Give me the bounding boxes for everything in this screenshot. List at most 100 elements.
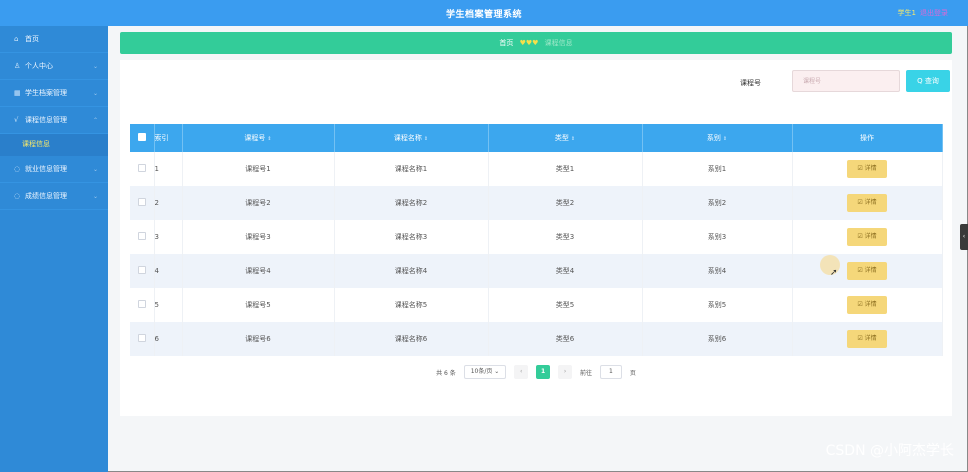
header-action: 操作 (792, 124, 943, 152)
cell-index: 4 (154, 254, 183, 288)
cell-index: 3 (154, 220, 183, 254)
header-course-name-label: 课程名称 (393, 134, 422, 142)
row-select-cell[interactable] (130, 186, 155, 220)
next-page-button[interactable]: › (558, 365, 573, 379)
cell-dept: 系别3 (642, 220, 793, 254)
cell-dept: 系别6 (642, 322, 793, 356)
circle-icon: ◌ (14, 192, 21, 200)
chevron-icon: ⌄ (92, 166, 98, 173)
sidebar-item-label: 成绩信息管理 (25, 192, 67, 200)
sidebar-subitem-course-info[interactable]: 课程信息 (0, 134, 108, 156)
cell-type: 类型6 (488, 322, 643, 356)
cell-dept: 系别1 (642, 152, 793, 186)
cell-index: 5 (154, 288, 183, 322)
sidebar: ⌂ 首页 ♙ 个人中心 ⌄ ▦ 学生档案管理 ⌄ √ 课程信息管理 ⌃ 课程信息 ◌ 就业信息管理 ⌄ ◌ 成绩… (0, 26, 108, 472)
page-unit-label: 页 (629, 369, 636, 377)
cell-course-no: 课程号1 (182, 152, 335, 186)
watermark: CSDN @小阿杰学长 (825, 443, 954, 459)
detail-button[interactable]: ☑ 详情 (847, 262, 887, 280)
sidebar-item[interactable]: √ 课程信息管理 ⌃ (0, 107, 108, 134)
home-icon: ⌂ (14, 35, 19, 43)
select-all-cell[interactable] (130, 124, 155, 152)
grid-icon: ▦ (14, 89, 21, 97)
header-course-name[interactable]: 课程名称 ⇕ (334, 124, 489, 152)
breadcrumb-home[interactable]: 首页 (499, 39, 513, 47)
action-cell: ☑ 详情 (792, 152, 943, 186)
page-number-current[interactable]: 1 (536, 365, 551, 379)
sidebar-item-label: 学生档案管理 (25, 89, 67, 97)
prev-page-button[interactable]: ‹ (514, 365, 529, 379)
chevron-icon: ⌄ (92, 63, 98, 70)
row-checkbox[interactable] (137, 232, 146, 240)
action-cell: ☑ 详情 (792, 288, 943, 322)
page-size-select[interactable]: 10条/页 ⌄ (463, 365, 507, 379)
app-title: 学生档案管理系统 (445, 10, 522, 20)
cell-type: 类型1 (488, 152, 643, 186)
pagination: 共 6 条 10条/页 ⌄ ‹ 1 › 前往 1 页 (120, 365, 952, 379)
sort-icon[interactable]: ⇕ (424, 136, 428, 142)
course-table: 索引 课程号 ⇕ 课程名称 ⇕ 类型 ⇕ 系别 ⇕ 操作 1 课程号1 课程名称1 类型1 系别… (130, 124, 943, 356)
chevron-icon: ⌄ (92, 90, 98, 97)
action-cell: ☑ 详情 (792, 186, 943, 220)
sidebar-item[interactable]: ⌂ 首页 (0, 26, 108, 53)
row-checkbox[interactable] (137, 164, 146, 172)
sidebar-item[interactable]: ◌ 成绩信息管理 ⌄ (0, 183, 108, 210)
sort-icon[interactable]: ⇕ (267, 136, 271, 142)
table-row: 2 课程号2 课程名称2 类型2 系别2 ☑ 详情 (130, 186, 943, 220)
row-select-cell[interactable] (130, 152, 155, 186)
header-course-no[interactable]: 课程号 ⇕ (182, 124, 335, 152)
cell-course-name: 课程名称6 (334, 322, 489, 356)
table-row: 3 课程号3 课程名称3 类型3 系别3 ☑ 详情 (130, 220, 943, 254)
sort-icon[interactable]: ⇕ (723, 136, 727, 142)
breadcrumb: 首页 ♥♥♥ 课程信息 (120, 32, 952, 54)
row-checkbox[interactable] (137, 300, 146, 308)
cell-index: 6 (154, 322, 183, 356)
detail-button[interactable]: ☑ 详情 (847, 330, 887, 348)
action-cell: ☑ 详情 (792, 220, 943, 254)
sidebar-item[interactable]: ▦ 学生档案管理 ⌄ (0, 80, 108, 107)
cell-dept: 系别2 (642, 186, 793, 220)
chevron-icon: ⌄ (92, 193, 98, 200)
header-type[interactable]: 类型 ⇕ (488, 124, 643, 152)
sidebar-item[interactable]: ◌ 就业信息管理 ⌄ (0, 156, 108, 183)
row-select-cell[interactable] (130, 254, 155, 288)
table-row: 4 课程号4 课程名称4 类型4 系别4 ☑ 详情 (130, 254, 943, 288)
detail-button[interactable]: ☑ 详情 (847, 194, 887, 212)
header-index: 索引 (154, 124, 183, 152)
breadcrumb-current: 课程信息 (544, 39, 573, 47)
main-content: 首页 ♥♥♥ 课程信息 课程号 Q 查询 索引 课程号⇕ 课程名称⇕ 类型⇕ 系… (108, 26, 968, 472)
header-dept[interactable]: 系别 ⇕ (642, 124, 793, 152)
search-input[interactable] (792, 70, 900, 92)
row-select-cell[interactable] (130, 322, 155, 356)
mouse-cursor-icon: ➚ (830, 268, 838, 278)
action-cell: ☑ 详情 (792, 254, 943, 288)
current-user[interactable]: 学生1 (898, 8, 916, 18)
heart-icon: ♥♥♥ (519, 39, 539, 47)
circle-icon: ◌ (14, 165, 21, 173)
select-all-checkbox[interactable] (137, 133, 146, 141)
detail-button[interactable]: ☑ 详情 (847, 160, 887, 178)
sort-icon[interactable]: ⇕ (571, 136, 575, 142)
sidebar-item[interactable]: ♙ 个人中心 ⌄ (0, 53, 108, 80)
header-dept-label: 系别 (706, 134, 721, 142)
cell-dept: 系别5 (642, 288, 793, 322)
row-checkbox[interactable] (137, 198, 146, 206)
goto-page-input[interactable]: 1 (599, 365, 622, 379)
row-select-cell[interactable] (130, 288, 155, 322)
header-type-label: 类型 (554, 134, 569, 142)
table-header-row: 索引 课程号 ⇕ 课程名称 ⇕ 类型 ⇕ 系别 ⇕ 操作 (130, 124, 943, 152)
row-select-cell[interactable] (130, 220, 155, 254)
collapse-tab-icon[interactable]: ‹ (960, 224, 968, 250)
sidebar-item-label: 个人中心 (25, 62, 53, 70)
row-checkbox[interactable] (137, 334, 146, 342)
detail-button[interactable]: ☑ 详情 (847, 296, 887, 314)
cell-course-name: 课程名称1 (334, 152, 489, 186)
detail-button[interactable]: ☑ 详情 (847, 228, 887, 246)
action-cell: ☑ 详情 (792, 322, 943, 356)
table-row: 5 课程号5 课程名称5 类型5 系别5 ☑ 详情 (130, 288, 943, 322)
search-button[interactable]: Q 查询 (906, 70, 950, 92)
row-checkbox[interactable] (137, 266, 146, 274)
cell-course-no: 课程号3 (182, 220, 335, 254)
logout-link[interactable]: 退出登录 (920, 8, 948, 18)
cell-index: 1 (154, 152, 183, 186)
